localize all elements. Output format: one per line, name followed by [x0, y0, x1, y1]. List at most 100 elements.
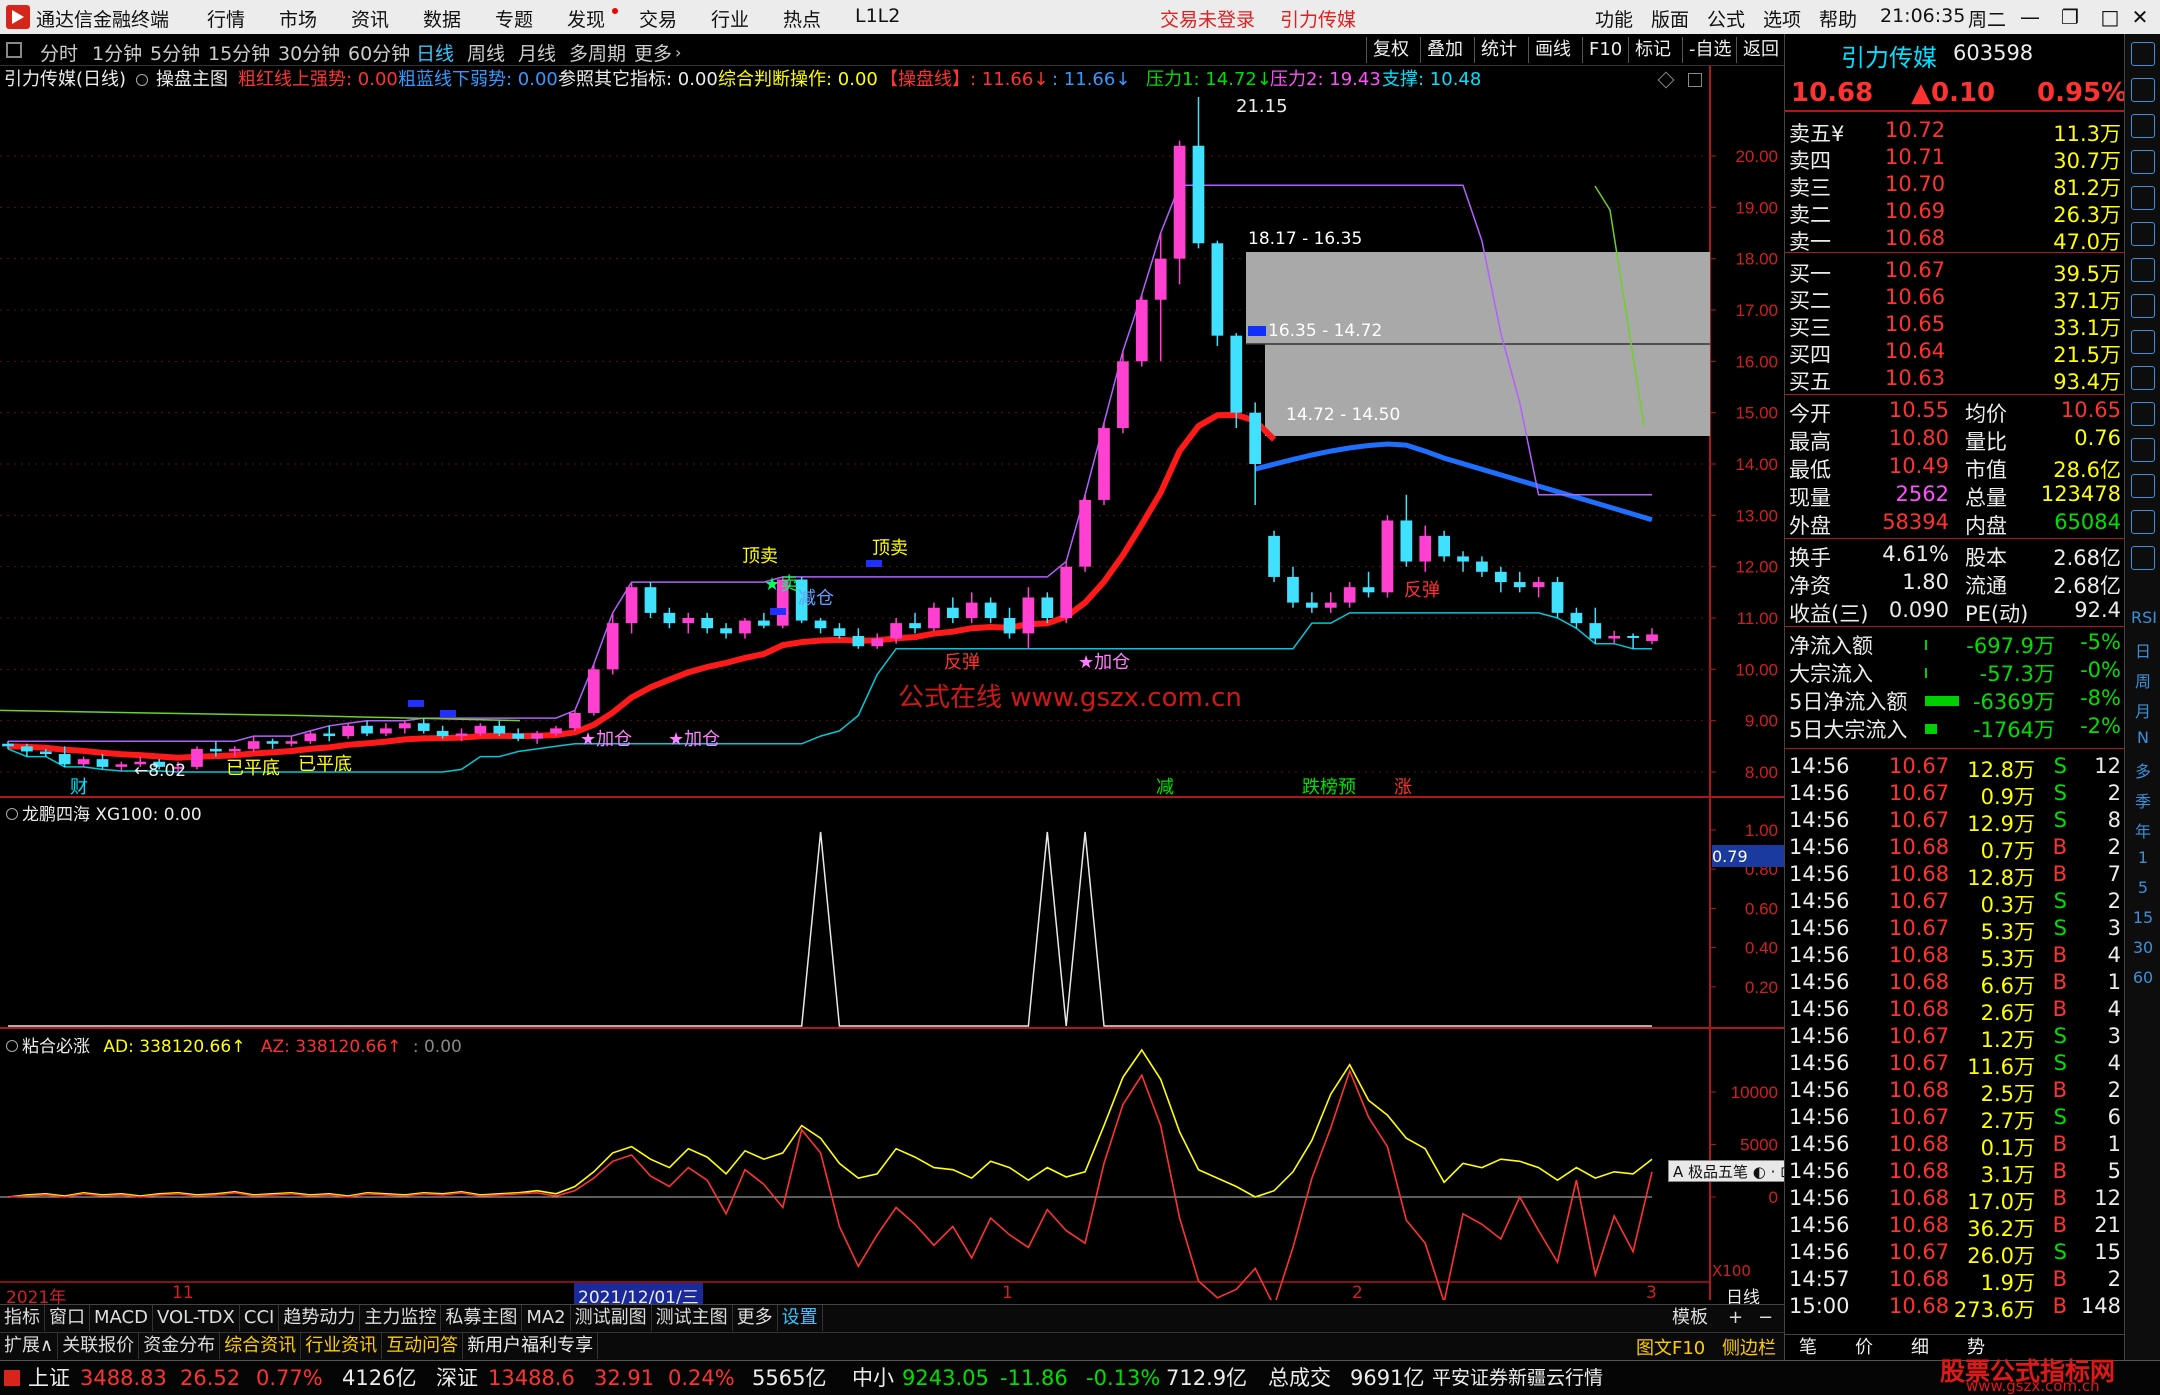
side-tool-icon[interactable]	[2131, 474, 2155, 498]
side-period-0[interactable]: RSI	[2131, 608, 2157, 627]
menu-options[interactable]: 选项	[1763, 5, 1801, 32]
back-button[interactable]: 返回	[1736, 37, 1785, 63]
side-period-3[interactable]: 月	[2131, 698, 2155, 722]
expand-tab[interactable]: 扩展∧	[0, 1333, 59, 1359]
tab-window[interactable]: 窗口	[45, 1305, 90, 1331]
mark-button[interactable]: 标记	[1628, 37, 1677, 63]
tab-more[interactable]: 更多	[733, 1305, 778, 1331]
tab-vol-tdx[interactable]: VOL-TDX	[153, 1305, 240, 1331]
tab-related-quotes[interactable]: 关联报价	[58, 1333, 140, 1359]
chart-area[interactable]: 20.0019.0018.0017.0016.0015.0014.0013.00…	[0, 66, 1784, 1300]
menu-market[interactable]: 市场	[279, 5, 317, 32]
tab-cci[interactable]: CCI	[240, 1305, 280, 1331]
panel-tab-trades[interactable]: 笔	[1799, 1335, 1817, 1361]
period-more[interactable]: 更多	[634, 39, 672, 66]
menu-topics[interactable]: 专题	[495, 5, 533, 32]
pane2-gear-icon[interactable]	[6, 808, 18, 820]
side-tool-icon[interactable]	[2131, 294, 2155, 318]
period-monthly[interactable]: 月线	[518, 39, 556, 66]
toggle-panel-icon[interactable]	[6, 42, 22, 58]
ime-widget[interactable]: A 极品五笔 ◐ ‧ ⊡	[1668, 1160, 1793, 1182]
menu-layout[interactable]: 版面	[1651, 5, 1689, 32]
template-button[interactable]: 模板	[1668, 1305, 1712, 1331]
side-tool-icon[interactable]	[2131, 114, 2155, 138]
tab-comprehensive-news[interactable]: 综合资讯	[220, 1333, 302, 1359]
side-period-12[interactable]: 60	[2131, 968, 2155, 987]
menu-discover[interactable]: 发现	[567, 5, 605, 32]
side-tool-icon[interactable]	[2131, 546, 2155, 570]
menu-formula[interactable]: 公式	[1707, 5, 1745, 32]
tab-fund-distribution[interactable]: 资金分布	[139, 1333, 221, 1359]
side-tool-icon[interactable]	[2131, 150, 2155, 174]
tab-main-monitor[interactable]: 主力监控	[360, 1305, 442, 1331]
menu-l1l2[interactable]: L1L2	[855, 5, 900, 27]
remove-watchlist-button[interactable]: -自选	[1682, 37, 1738, 63]
close-icon[interactable]: ✕	[2120, 0, 2160, 34]
side-period-2[interactable]: 周	[2131, 668, 2155, 692]
idx-sz-name[interactable]: 深证	[436, 1361, 478, 1395]
restore-icon[interactable]: ❐	[2050, 0, 2090, 34]
side-tool-icon[interactable]	[2131, 402, 2155, 426]
add-pane-button[interactable]: +	[1724, 1305, 1747, 1331]
tab-new-user-benefits[interactable]: 新用户福利专享	[463, 1333, 599, 1359]
side-period-8[interactable]: 1	[2131, 848, 2155, 867]
tab-private-main[interactable]: 私募主图	[441, 1305, 523, 1331]
side-tool-icon[interactable]	[2131, 510, 2155, 534]
side-period-7[interactable]: 年	[2131, 818, 2155, 842]
adjust-button[interactable]: 复权	[1366, 37, 1415, 63]
idx-sme-name[interactable]: 中小	[852, 1361, 894, 1395]
side-tool-icon[interactable]	[2131, 186, 2155, 210]
side-tool-icon[interactable]	[2131, 42, 2155, 66]
tab-macd[interactable]: MACD	[90, 1305, 153, 1331]
panel-tab-detail[interactable]: 细	[1911, 1335, 1929, 1361]
draw-button[interactable]: 画线	[1528, 37, 1577, 63]
menu-help[interactable]: 帮助	[1819, 5, 1857, 32]
side-tool-icon[interactable]	[2131, 330, 2155, 354]
menu-quotes[interactable]: 行情	[207, 5, 245, 32]
menu-data[interactable]: 数据	[423, 5, 461, 32]
tab-test-main[interactable]: 测试主图	[652, 1305, 733, 1331]
tab-industry-news[interactable]: 行业资讯	[301, 1333, 383, 1359]
f10-button[interactable]: F10	[1582, 37, 1628, 63]
menu-industry[interactable]: 行业	[711, 5, 749, 32]
overlay-button[interactable]: 叠加	[1420, 37, 1469, 63]
tab-qa[interactable]: 互动问答	[382, 1333, 464, 1359]
tab-trend-power[interactable]: 趋势动力	[279, 1305, 361, 1331]
side-period-5[interactable]: 多	[2131, 758, 2155, 782]
side-tool-icon[interactable]	[2131, 438, 2155, 462]
period-5min[interactable]: 5分钟	[150, 39, 200, 66]
side-period-11[interactable]: 30	[2131, 938, 2155, 957]
remove-pane-button[interactable]: −	[1754, 1305, 1777, 1331]
menu-trade[interactable]: 交易	[639, 5, 677, 32]
side-tool-icon[interactable]	[2131, 258, 2155, 282]
period-daily[interactable]: 日线	[416, 39, 454, 66]
login-status[interactable]: 交易未登录	[1160, 5, 1255, 32]
side-period-1[interactable]: 日	[2131, 638, 2155, 662]
f10-graphic-link[interactable]: 图文F10	[1636, 1334, 1705, 1360]
pane3-gear-icon[interactable]	[6, 1040, 18, 1052]
period-30min[interactable]: 30分钟	[278, 39, 340, 66]
stats-button[interactable]: 统计	[1474, 37, 1523, 63]
side-period-4[interactable]: N	[2131, 728, 2155, 747]
side-period-10[interactable]: 15	[2131, 908, 2155, 927]
side-period-9[interactable]: 5	[2131, 878, 2155, 897]
period-60min[interactable]: 60分钟	[348, 39, 410, 66]
tab-ma2[interactable]: MA2	[522, 1305, 571, 1331]
minimize-icon[interactable]: —	[2010, 0, 2050, 34]
tab-indicator[interactable]: 指标	[0, 1305, 45, 1331]
idx-sh-name[interactable]: 上证	[28, 1361, 70, 1395]
menu-news[interactable]: 资讯	[351, 5, 389, 32]
side-tool-icon[interactable]	[2131, 222, 2155, 246]
side-tool-icon[interactable]	[2131, 78, 2155, 102]
tab-test-sub[interactable]: 测试副图	[571, 1305, 652, 1331]
side-period-6[interactable]: 季	[2131, 788, 2155, 812]
period-1min[interactable]: 1分钟	[92, 39, 142, 66]
period-multi[interactable]: 多周期	[569, 39, 626, 66]
tab-settings[interactable]: 设置	[778, 1305, 823, 1331]
period-intraday[interactable]: 分时	[40, 39, 78, 66]
menu-function[interactable]: 功能	[1595, 5, 1633, 32]
panel-tab-price[interactable]: 价	[1855, 1335, 1873, 1361]
period-15min[interactable]: 15分钟	[208, 39, 270, 66]
side-tool-icon[interactable]	[2131, 366, 2155, 390]
menu-hot[interactable]: 热点	[783, 5, 821, 32]
